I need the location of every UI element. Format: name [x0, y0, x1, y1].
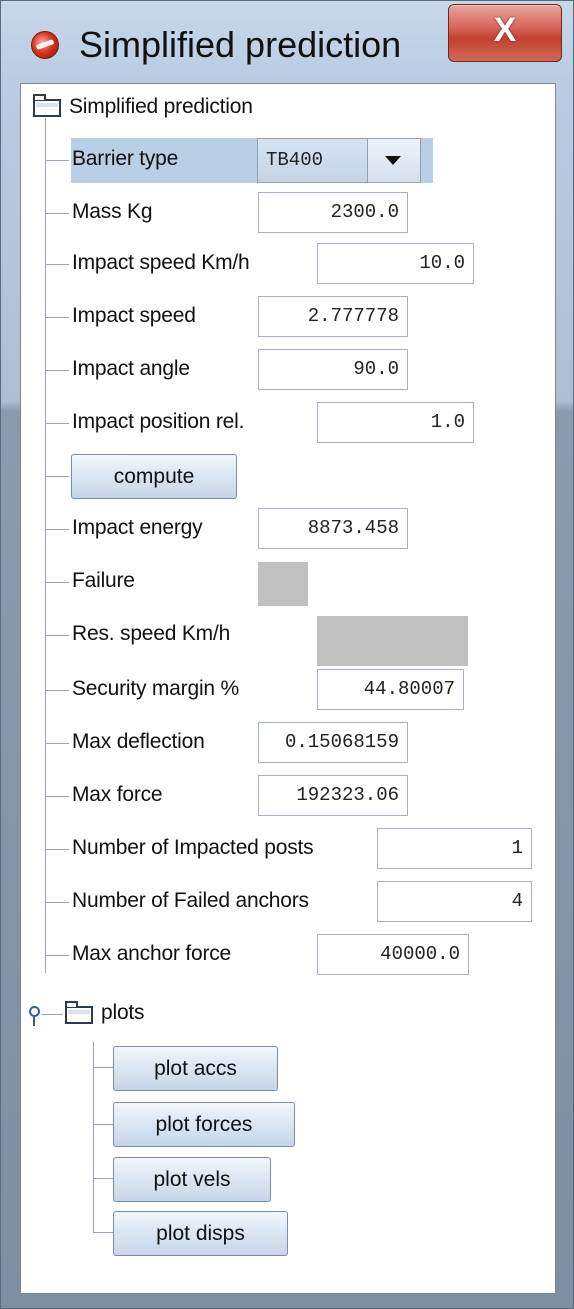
tree-connector — [45, 955, 69, 956]
tree-connector — [45, 317, 69, 318]
impact-speed-field[interactable]: 2.777778 — [258, 296, 408, 337]
plot-forces-button[interactable]: plot forces — [113, 1102, 295, 1147]
impact-speed-kmh-label: Impact speed Km/h — [72, 251, 250, 274]
tree-connector — [45, 902, 69, 903]
tree-connector — [93, 1067, 113, 1068]
tree-connector — [41, 1014, 63, 1015]
simplified-prediction-window: Simplified prediction X Simplified predi… — [0, 0, 574, 1309]
impact-angle-field[interactable]: 90.0 — [258, 349, 408, 390]
impacted-posts-field[interactable]: 1 — [377, 828, 532, 869]
security-margin-label: Security margin % — [72, 677, 239, 700]
tree-connector — [45, 635, 69, 636]
tree-connector — [45, 529, 69, 530]
barrier-type-dropdown[interactable]: TB400 — [257, 138, 421, 183]
tree-connector — [45, 849, 69, 850]
tree-connector — [45, 690, 69, 691]
app-logo-icon — [31, 31, 59, 59]
plot-disps-button[interactable]: plot disps — [113, 1211, 288, 1256]
tree-connector — [45, 213, 69, 214]
tree-connector — [93, 1232, 113, 1233]
tree-connector — [93, 1178, 113, 1179]
max-anchor-force-field[interactable]: 40000.0 — [317, 934, 469, 975]
plot-vels-button[interactable]: plot vels — [113, 1157, 271, 1202]
max-anchor-force-label: Max anchor force — [72, 942, 232, 965]
tree-connector — [45, 423, 69, 424]
tree-connector — [45, 582, 69, 583]
failure-label: Failure — [72, 569, 135, 592]
impact-energy-label: Impact energy — [72, 516, 203, 539]
security-margin-field[interactable]: 44.80007 — [317, 669, 464, 710]
plots-node-label[interactable]: plots — [101, 1001, 145, 1025]
root-node-label[interactable]: Simplified prediction — [69, 95, 253, 119]
barrier-type-label: Barrier type — [72, 147, 179, 170]
failure-field[interactable] — [258, 562, 308, 606]
tree-connector — [45, 476, 69, 477]
res-speed-kmh-label: Res. speed Km/h — [72, 622, 231, 645]
max-deflection-label: Max deflection — [72, 730, 205, 753]
impact-energy-field[interactable]: 8873.458 — [258, 508, 408, 549]
tree-connector — [45, 796, 69, 797]
res-speed-kmh-field[interactable] — [317, 616, 468, 666]
max-deflection-field[interactable]: 0.15068159 — [258, 722, 408, 763]
tree-connector — [45, 160, 69, 161]
tree-connector — [45, 370, 69, 371]
impact-angle-label: Impact angle — [72, 357, 190, 380]
tree-guide-line-plots — [93, 1042, 94, 1232]
tree-handle-icon[interactable] — [27, 1006, 41, 1026]
tree-connector — [45, 264, 69, 265]
impact-speed-kmh-field[interactable]: 10.0 — [317, 243, 474, 284]
tree-connector — [45, 743, 69, 744]
folder-icon — [65, 1001, 93, 1024]
failed-anchors-label: Number of Failed anchors — [72, 889, 309, 912]
tree-panel: Simplified prediction Barrier type TB400… — [20, 83, 556, 1294]
tree-guide-line — [45, 118, 46, 973]
plot-accs-button[interactable]: plot accs — [113, 1046, 278, 1091]
impacted-posts-label: Number of Impacted posts — [72, 836, 314, 859]
mass-kg-label: Mass Kg — [72, 200, 153, 223]
barrier-type-value: TB400 — [266, 149, 324, 171]
impact-position-rel-field[interactable]: 1.0 — [317, 402, 474, 443]
mass-kg-field[interactable]: 2300.0 — [258, 192, 408, 233]
dropdown-button[interactable] — [367, 139, 420, 182]
window-title: Simplified prediction — [79, 24, 402, 65]
close-button[interactable]: X — [448, 4, 562, 62]
max-force-label: Max force — [72, 783, 163, 806]
compute-button[interactable]: compute — [71, 454, 237, 499]
impact-position-rel-label: Impact position rel. — [72, 410, 245, 433]
chevron-down-icon — [385, 156, 401, 165]
folder-icon — [33, 94, 61, 117]
title-bar[interactable]: Simplified prediction X — [1, 1, 574, 85]
impact-speed-label: Impact speed — [72, 304, 196, 327]
tree-connector — [93, 1124, 113, 1125]
max-force-field[interactable]: 192323.06 — [258, 775, 408, 816]
close-icon: X — [493, 11, 517, 49]
failed-anchors-field[interactable]: 4 — [377, 881, 532, 922]
